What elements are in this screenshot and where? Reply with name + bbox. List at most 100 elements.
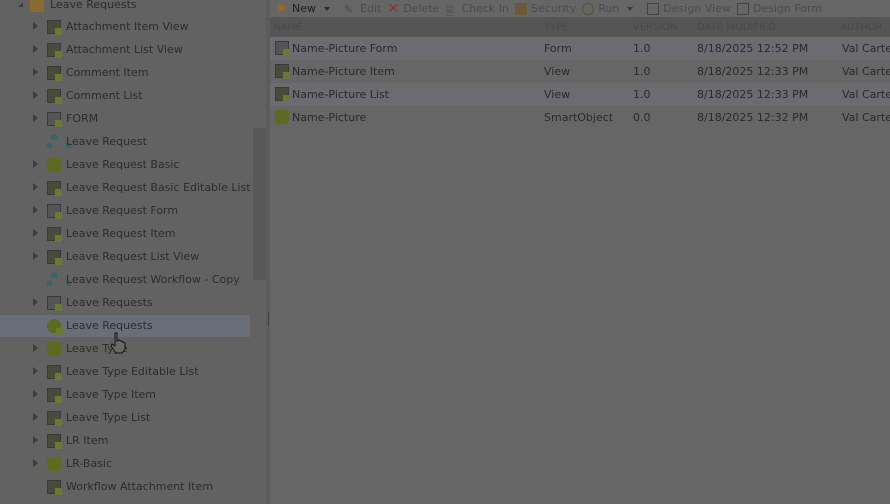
tree-item[interactable]: Attachment Item View: [0, 16, 250, 38]
view-icon: [47, 480, 62, 495]
column-header-type[interactable]: TYPE: [544, 22, 569, 33]
tree-item[interactable]: FORM: [0, 108, 250, 130]
tree-item[interactable]: Leave Request Item: [0, 223, 250, 245]
expand-arrow-icon[interactable]: [33, 22, 38, 30]
tree-item[interactable]: Leave Requests: [0, 292, 250, 314]
edit-label: Edit: [360, 2, 382, 15]
tree-item-label: Leave Request Basic: [66, 158, 180, 171]
splitter-grip[interactable]: [268, 312, 269, 326]
expand-arrow-icon[interactable]: [33, 68, 38, 76]
expand-arrow-icon[interactable]: [33, 91, 38, 99]
tree-item[interactable]: Workflow Attachment Item: [0, 476, 250, 498]
tree-item-label: Leave Requests: [66, 296, 153, 309]
table-row[interactable]: Name-Picture SmartObject 0.0 8/18/2025 1…: [270, 106, 890, 129]
tree-item[interactable]: Attachment List View: [0, 39, 250, 61]
tree-item[interactable]: Leave Request Basic: [0, 154, 250, 176]
tree-item-label: Leave Request Item: [66, 227, 176, 240]
delete-button[interactable]: ✕ Delete: [387, 2, 439, 16]
cell-version: 0.0: [633, 111, 651, 124]
tree-item[interactable]: Comment Item: [0, 62, 250, 84]
tree-item-label: LR-Basic: [66, 457, 113, 470]
expand-arrow-icon[interactable]: [33, 298, 38, 306]
view-icon: [47, 43, 62, 58]
tree-item[interactable]: Leave Request Workflow - Copy: [0, 269, 250, 291]
expand-arrow-icon[interactable]: [33, 344, 38, 352]
chevron-down-icon[interactable]: [627, 6, 634, 11]
view-icon: [47, 227, 62, 242]
toolbar: ✷ New ✎ Edit ✕ Delete 🖹 Check In Security R…: [270, 0, 890, 18]
category-icon: [47, 319, 63, 335]
cell-author: Val Carter: [842, 111, 890, 124]
expand-arrow-icon[interactable]: [33, 160, 38, 168]
check-in-button[interactable]: 🖹 Check In: [445, 2, 510, 18]
tree-item-label: Comment Item: [66, 66, 149, 79]
tree-item[interactable]: LR Item: [0, 430, 250, 452]
expand-arrow-icon[interactable]: [33, 114, 38, 122]
expand-arrow-icon[interactable]: [33, 229, 38, 237]
workflow-icon: [47, 273, 71, 287]
cell-type: View: [544, 65, 571, 78]
expand-arrow-icon[interactable]: [33, 459, 38, 467]
view-icon: [47, 181, 62, 196]
run-button[interactable]: Run: [582, 2, 634, 15]
expand-arrow-icon[interactable]: [33, 390, 38, 398]
table-row[interactable]: Name-Picture Item View 1.0 8/18/2025 12:…: [270, 60, 890, 83]
column-header-name[interactable]: NAME: [273, 22, 302, 33]
view-icon: [47, 434, 62, 449]
view-icon: [47, 250, 62, 265]
edit-button[interactable]: ✎ Edit: [344, 2, 382, 16]
tree-item-label: Leave Request Basic Editable List: [66, 181, 251, 194]
form-icon: [47, 204, 62, 219]
column-header-version[interactable]: VERSION: [633, 22, 678, 33]
workflow-icon: [47, 135, 71, 149]
security-label: Security: [531, 2, 577, 15]
design-form-label: Design Form: [752, 2, 823, 15]
security-button[interactable]: Security: [515, 2, 576, 15]
table-row[interactable]: Name-Picture Form Form 1.0 8/18/2025 12:…: [270, 37, 890, 60]
tree-root-leave-requests[interactable]: Leave Requests: [0, 0, 250, 16]
expand-arrow-icon[interactable]: [33, 413, 38, 421]
tree-item[interactable]: LR-Basic: [0, 453, 250, 475]
expand-arrow-icon[interactable]: [33, 252, 38, 260]
expand-arrow-icon[interactable]: [33, 206, 38, 214]
tree-item[interactable]: Leave Request List View: [0, 246, 250, 268]
tree-item-label: LR Item: [66, 434, 109, 447]
check-in-label: Check In: [461, 2, 510, 15]
tree-item[interactable]: Leave Type List: [0, 407, 250, 429]
expand-arrow-icon[interactable]: [33, 45, 38, 53]
cell-version: 1.0: [633, 42, 651, 55]
tree-item-label: FORM: [66, 112, 99, 125]
design-form-button[interactable]: Design Form: [736, 2, 823, 15]
tree-item[interactable]: Leave Request Basic Editable List: [0, 177, 251, 199]
tree-item[interactable]: Leave Type Item: [0, 384, 250, 406]
tree-item[interactable]: Leave Request: [0, 131, 250, 153]
sun-star-icon: ✷: [276, 0, 288, 17]
cell-type: Form: [544, 42, 572, 55]
tree-item[interactable]: Leave Type Editable List: [0, 361, 250, 383]
tree-item[interactable]: Comment List: [0, 85, 250, 107]
tree-item-label: Attachment List View: [66, 43, 183, 56]
view-icon: [47, 411, 62, 426]
tree-item[interactable]: Leave Request Form: [0, 200, 250, 222]
expand-arrow-icon[interactable]: [33, 183, 38, 191]
cell-date-modified: 8/18/2025 12:52 PM: [697, 42, 809, 55]
table-row[interactable]: Name-Picture List View 1.0 8/18/2025 12:…: [270, 83, 890, 106]
smartobject-icon: [47, 158, 61, 172]
view-icon: [47, 20, 62, 35]
cell-date-modified: 8/18/2025 12:33 PM: [697, 88, 809, 101]
document-edit-icon: 🖹: [445, 4, 455, 18]
column-header-author[interactable]: AUTHOR: [840, 22, 883, 33]
column-header-date-modified[interactable]: DATE MODIFIED: [697, 22, 776, 33]
expanded-arrow-icon[interactable]: [18, 2, 23, 7]
lock-icon: [515, 2, 528, 15]
new-label: New: [292, 2, 316, 15]
tree-scrollbar[interactable]: [253, 128, 266, 280]
view-icon: [47, 388, 62, 403]
tree-item-label: Comment List: [66, 89, 143, 102]
design-view-button[interactable]: Design View: [647, 2, 731, 15]
chevron-down-icon[interactable]: [324, 6, 330, 11]
new-button[interactable]: ✷ New: [276, 0, 330, 17]
expand-arrow-icon[interactable]: [33, 436, 38, 444]
expand-arrow-icon[interactable]: [33, 367, 38, 375]
form-icon: [47, 112, 62, 127]
